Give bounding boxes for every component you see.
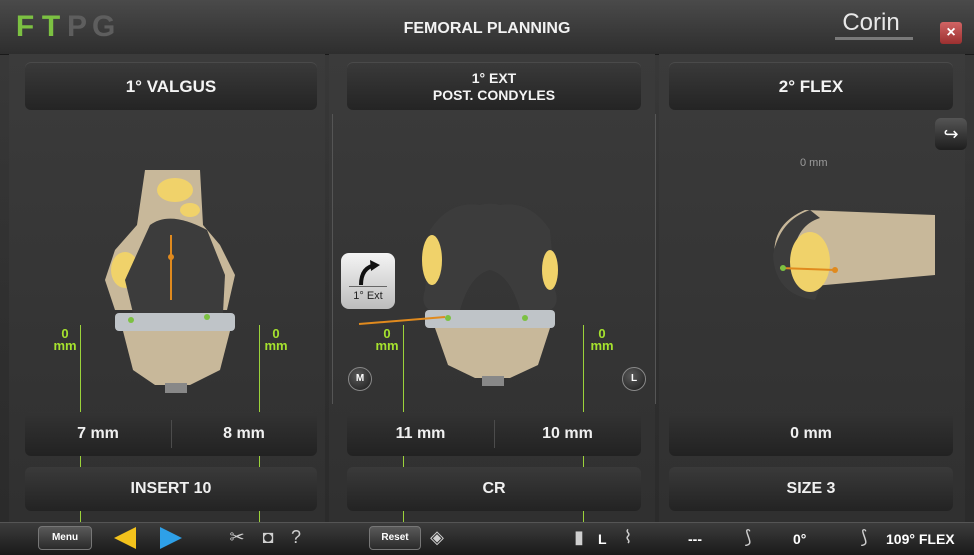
contact-point [780,265,786,271]
femoral-size-label: SIZE 3 [786,480,836,497]
tracker-icon[interactable]: ◈ [425,524,449,550]
close-button[interactable]: × [940,22,962,44]
gap-mm-label: 0 mm [588,327,616,353]
leg-icon[interactable]: ⌇ [616,524,640,550]
valgus-header[interactable]: 1° VALGUS [25,62,317,110]
gap-mm-unit: mm [375,338,399,353]
rotation-readout: 0° [793,531,807,547]
gap-mm-unit: mm [590,338,614,353]
camera-icon[interactable]: ◘ [256,524,280,550]
axial-gap-readout: 11 mm 10 mm [347,412,641,456]
tibial-stem [165,383,187,393]
rotation-label: 1° EXT [471,70,517,86]
insert-size-label: INSERT 10 [130,480,212,497]
contact-point [204,314,210,320]
gap-mm-label: 0 mm [262,327,290,353]
panel-divider [332,114,333,404]
femoral-implant [423,203,557,310]
rotation-reference-label: POST. CONDYLES [432,87,556,103]
gap-mm-label: 0 mm [51,327,79,353]
gap-mm-label: 0 mm [373,327,401,353]
gap-mm-unit: mm [53,338,77,353]
cartilage-patch [542,250,558,290]
tools-icon[interactable]: ✂ [225,524,249,550]
axis-marker [168,254,174,260]
implant-type-button[interactable]: CR [347,467,641,511]
coronal-knee-model [105,170,235,393]
cartilage-patch [422,235,442,285]
medial-marker: M [348,367,372,391]
flexion-readout: 109° FLEX [886,531,955,547]
sagittal-gap-readout: 0 mm [669,412,953,456]
valgus-label: 1° VALGUS [125,77,217,96]
menu-button[interactable]: Menu [38,526,92,550]
reset-button[interactable]: Reset [369,526,421,550]
help-button[interactable]: ? [285,524,307,550]
insert-size-button[interactable]: INSERT 10 [25,467,317,511]
side-indicator: L [598,531,607,547]
previous-arrow-icon[interactable] [112,525,138,551]
sagittal-offset-label: 0 mm [800,157,828,169]
gap-mm-unit: mm [264,338,288,353]
flexion-header[interactable]: 2° FLEX [669,62,953,110]
lateral-gap-value: 8 mm [223,425,265,442]
sagittal-gap-value: 0 mm [790,425,832,442]
cartilage-patch [157,178,193,202]
tibial-stem [482,376,504,386]
cartilage-patch [790,232,830,292]
external-rotation-button[interactable]: 1° Ext [341,253,395,309]
cartilage-patch [180,203,200,217]
tibia-bone [435,328,550,378]
brand-tagline [835,37,913,40]
button-divider [349,286,387,287]
flexion-label: 2° FLEX [778,77,844,96]
medial-gap-value: 7 mm [77,425,119,442]
lateral-marker: L [622,367,646,391]
contact-point [522,315,528,321]
external-rotation-label: 1° Ext [353,290,383,302]
panel-divider [655,114,656,404]
contact-point [128,317,134,323]
next-arrow-icon[interactable] [158,525,184,551]
axial-knee-model [422,203,558,386]
rotation-header[interactable]: 1° EXT POST. CONDYLES [347,62,641,110]
knee-angle-icon: ⟆ [744,527,752,547]
top-bar: F TPG FEMORAL PLANNING Corin × [0,0,974,55]
brand-logo: Corin [842,9,900,36]
implant-type-label: CR [482,480,506,497]
posterior-condylar-axis [358,316,446,325]
bottom-toolbar [0,522,974,555]
flexion-icon: ⟆ [860,527,868,547]
axis-marker [832,267,838,273]
varus-readout: --- [688,531,702,547]
femoral-size-button[interactable]: SIZE 3 [669,467,953,511]
lateral-gap-value: 10 mm [542,425,593,442]
sagittal-knee-model [773,210,935,300]
rotate-arrow-icon [359,260,380,286]
medial-gap-value: 11 mm [395,425,446,442]
tibia-icon[interactable]: ▮ [567,524,591,550]
rotate-view-icon: ↪ [943,124,959,144]
coronal-gap-readout: 7 mm 8 mm [25,412,317,456]
swap-view-button[interactable]: ↪ [935,118,967,150]
tibia-bone [123,331,230,385]
